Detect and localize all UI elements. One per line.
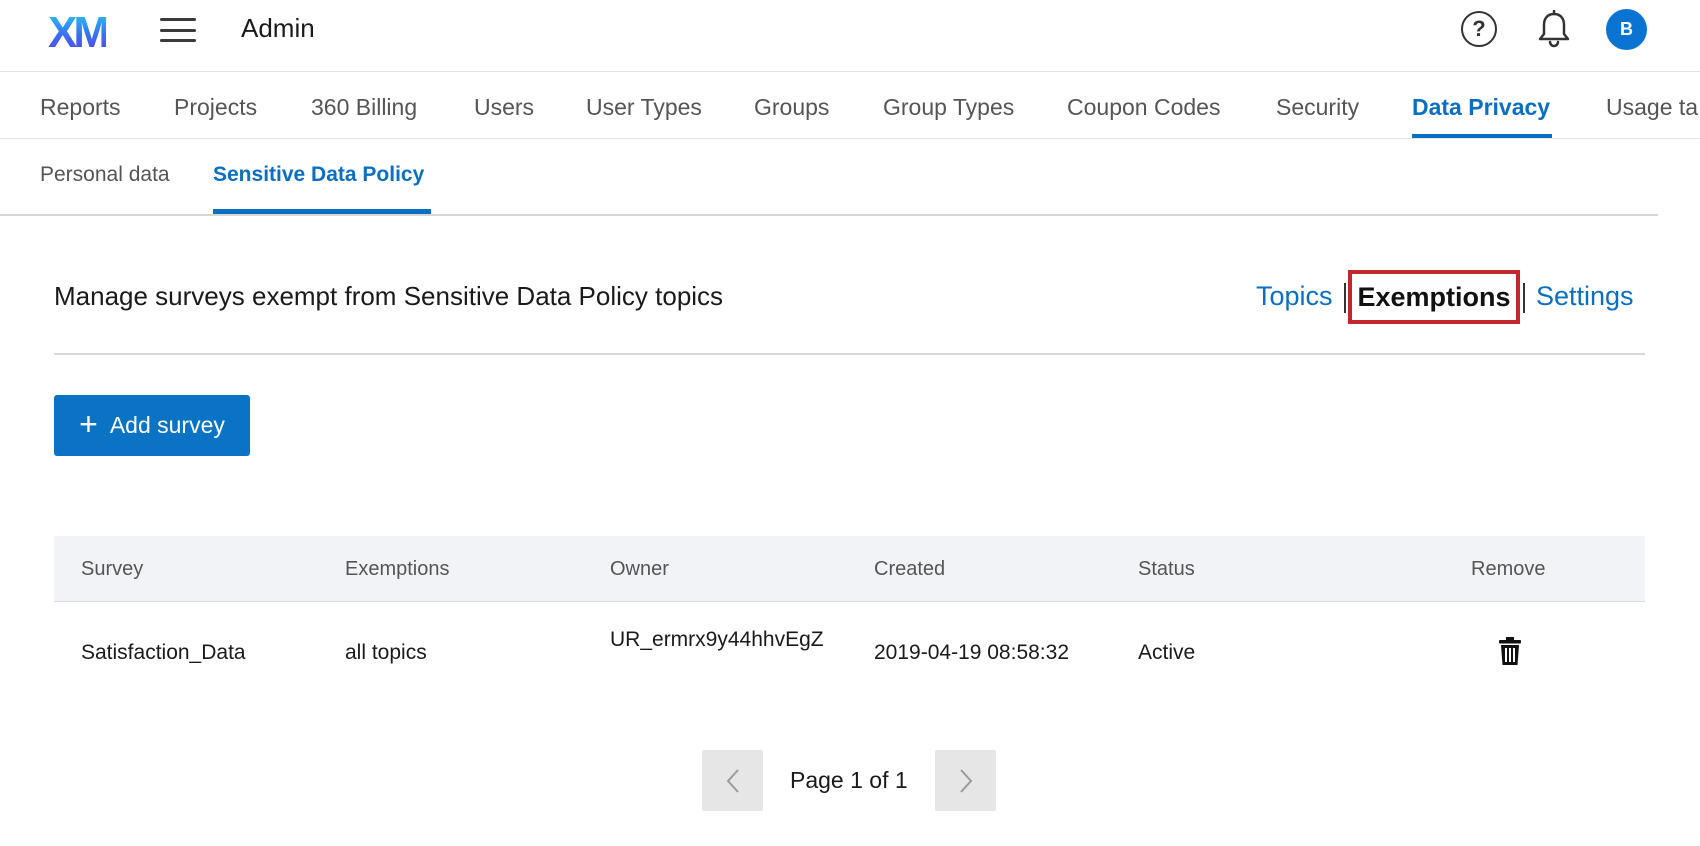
main-nav: Reports Projects 360 Billing Users User … [0, 72, 1700, 139]
tab-group-types[interactable]: Group Types [883, 94, 1014, 121]
section-divider [54, 353, 1645, 355]
tab-groups[interactable]: Groups [754, 94, 829, 121]
plus-icon: + [79, 406, 98, 442]
tab-coupon-codes[interactable]: Coupon Codes [1067, 94, 1220, 121]
link-separator [1344, 283, 1346, 313]
column-header-exemptions[interactable]: Exemptions [345, 558, 450, 581]
section-title: Manage surveys exempt from Sensitive Dat… [54, 281, 724, 311]
chevron-right-icon [959, 768, 972, 793]
add-survey-label: Add survey [109, 412, 225, 438]
help-icon[interactable]: ? [1461, 11, 1497, 47]
column-header-created[interactable]: Created [874, 558, 945, 581]
tab-security[interactable]: Security [1276, 94, 1359, 121]
table-header: Survey Exemptions Owner Created Status R… [54, 536, 1645, 602]
sub-nav: Personal data Sensitive Data Policy [0, 139, 1658, 216]
xm-logo[interactable]: XM [48, 8, 110, 58]
subtab-sensitive-data-policy[interactable]: Sensitive Data Policy [213, 163, 424, 187]
tab-data-privacy[interactable]: Data Privacy [1412, 94, 1550, 121]
column-header-owner[interactable]: Owner [610, 558, 669, 581]
subtab-personal-data[interactable]: Personal data [40, 163, 170, 187]
tab-user-types[interactable]: User Types [586, 94, 702, 121]
created-date: 2019-04-19 08:58:32 [874, 641, 1069, 664]
avatar[interactable]: B [1606, 9, 1647, 50]
exemptions-table: Survey Exemptions Owner Created Status R… [54, 536, 1645, 702]
previous-page-button[interactable] [702, 750, 763, 811]
owner-id: UR_ermrx9y44hhvEgZ [610, 628, 824, 651]
status-value: Active [1138, 641, 1196, 664]
tab-projects[interactable]: Projects [174, 94, 257, 121]
page-indicator: Page 1 of 1 [790, 767, 908, 793]
view-switcher: Topics Exemptions Settings [1250, 270, 1670, 326]
logo-text: XM [48, 8, 110, 57]
top-bar: XM Admin ? B [0, 0, 1700, 72]
topics-link[interactable]: Topics [1256, 281, 1333, 312]
tab-reports[interactable]: Reports [40, 94, 121, 121]
survey-name: Satisfaction_Data [81, 641, 246, 664]
table-row: Satisfaction_Data all topics UR_ermrx9y4… [54, 602, 1645, 702]
app-title: Admin [241, 13, 315, 43]
column-header-survey[interactable]: Survey [81, 558, 143, 581]
trash-icon[interactable] [1498, 636, 1522, 666]
bell-icon[interactable] [1537, 10, 1571, 48]
tab-usage[interactable]: Usage ta [1606, 94, 1698, 121]
next-page-button[interactable] [935, 750, 996, 811]
menu-icon[interactable] [160, 16, 196, 44]
exemptions-link-cell[interactable]: all topics [345, 641, 427, 665]
settings-link[interactable]: Settings [1536, 281, 1634, 312]
exemptions-link[interactable]: Exemptions [1348, 270, 1520, 324]
column-header-status[interactable]: Status [1138, 558, 1195, 581]
link-separator [1523, 283, 1525, 313]
chevron-left-icon [726, 768, 739, 793]
add-survey-button[interactable]: + Add survey [54, 395, 250, 456]
column-header-remove: Remove [1471, 558, 1546, 580]
tab-users[interactable]: Users [474, 94, 534, 121]
active-subtab-indicator [213, 209, 431, 214]
tab-360-billing[interactable]: 360 Billing [311, 94, 417, 121]
